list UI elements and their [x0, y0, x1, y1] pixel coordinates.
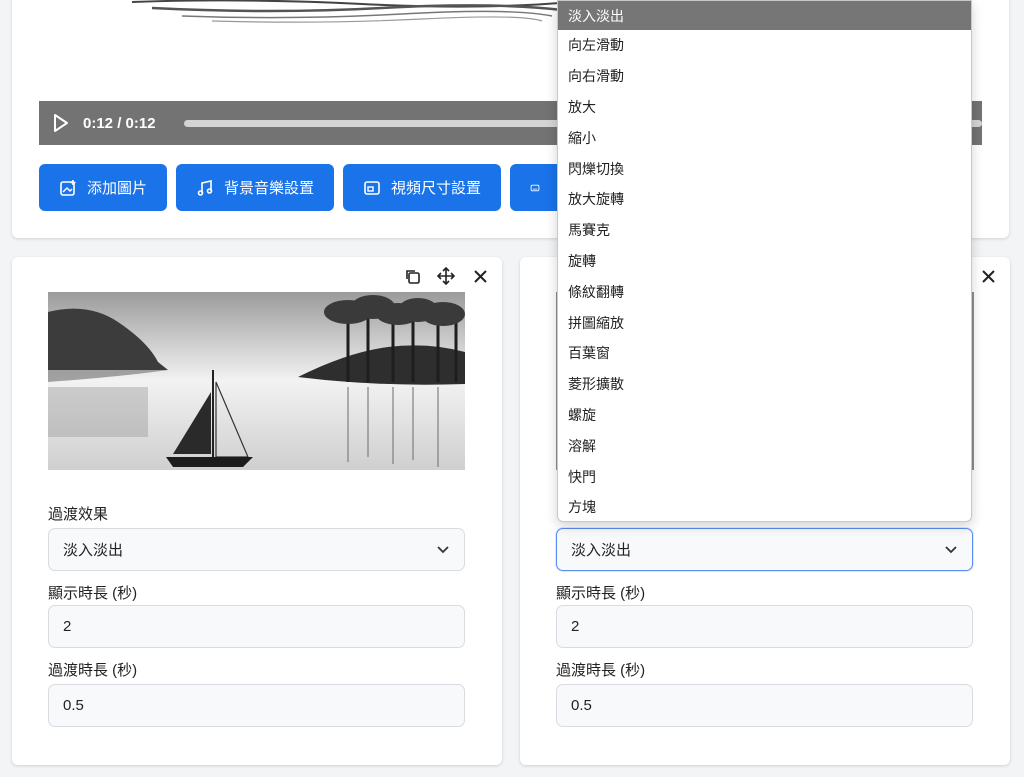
close-icon[interactable]	[976, 264, 1000, 288]
dropdown-option[interactable]: 菱形擴散	[558, 369, 971, 400]
transition-effect-select[interactable]: 淡入淡出	[48, 528, 465, 571]
dropdown-option[interactable]: 快門	[558, 461, 971, 492]
transition-duration-label: 過渡時長 (秒)	[48, 662, 138, 679]
dropdown-option[interactable]: 溶解	[558, 430, 971, 461]
display-duration-input[interactable]: 2	[48, 605, 465, 648]
transition-duration-value: 0.5	[571, 697, 592, 714]
chevron-down-icon	[945, 546, 957, 554]
duplicate-icon[interactable]	[400, 264, 424, 288]
audio-waveform	[131, 0, 573, 23]
play-icon[interactable]	[39, 101, 83, 145]
dropdown-option[interactable]: 方塊	[558, 492, 971, 521]
add-image-label: 添加圖片	[87, 180, 148, 197]
dropdown-option[interactable]: 條紋翻轉	[558, 276, 971, 307]
music-note-icon	[197, 179, 213, 196]
card-actions	[400, 264, 492, 288]
image-add-icon	[60, 179, 76, 196]
dropdown-option[interactable]: 閃爍切換	[558, 153, 971, 184]
transition-effect-value: 淡入淡出	[63, 542, 124, 559]
transition-duration-label: 過渡時長 (秒)	[556, 662, 646, 679]
transition-effect-select[interactable]: 淡入淡出	[556, 528, 973, 571]
toolbar: 添加圖片 背景音樂設置 視頻尺寸設置	[39, 164, 571, 211]
video-size-button[interactable]: 視頻尺寸設置	[343, 164, 502, 211]
display-duration-label: 顯示時長 (秒)	[48, 585, 138, 602]
transition-effect-value: 淡入淡出	[571, 542, 632, 559]
dropdown-option[interactable]: 螺旋	[558, 400, 971, 431]
dropdown-option[interactable]: 放大旋轉	[558, 184, 971, 215]
keyboard-icon	[530, 184, 540, 191]
chevron-down-icon	[437, 546, 449, 554]
image-thumbnail	[48, 292, 465, 470]
transition-duration-input[interactable]: 0.5	[556, 684, 973, 727]
add-image-button[interactable]: 添加圖片	[39, 164, 168, 211]
dropdown-option[interactable]: 拼圖縮放	[558, 307, 971, 338]
close-icon[interactable]	[468, 264, 492, 288]
display-duration-value: 2	[63, 618, 72, 635]
display-duration-label: 顯示時長 (秒)	[556, 585, 646, 602]
dropdown-option[interactable]: 淡入淡出	[558, 1, 971, 30]
transition-effect-label: 過渡效果	[48, 506, 109, 523]
dropdown-option[interactable]: 馬賽克	[558, 215, 971, 246]
video-size-label: 視頻尺寸設置	[391, 180, 482, 197]
display-duration-input[interactable]: 2	[556, 605, 973, 648]
move-icon[interactable]	[434, 264, 458, 288]
time-readout: 0:12 / 0:12	[83, 114, 156, 132]
dropdown-option[interactable]: 向右滑動	[558, 61, 971, 92]
card-actions	[976, 264, 1000, 288]
frame-icon	[364, 180, 380, 195]
dropdown-option[interactable]: 向左滑動	[558, 30, 971, 61]
transition-duration-value: 0.5	[63, 697, 84, 714]
transition-effect-dropdown: 淡入淡出 向左滑動 向右滑動 放大 縮小 閃爍切換 放大旋轉 馬賽克 旋轉 條紋翻轉 拼圖縮放 百葉窗…	[557, 0, 972, 522]
dropdown-option[interactable]: 放大	[558, 92, 971, 123]
dropdown-option[interactable]: 縮小	[558, 122, 971, 153]
image-card-1: 過渡效果 淡入淡出 顯示時長 (秒) 2 過渡時長 (秒) 0.5	[12, 257, 502, 765]
display-duration-value: 2	[571, 618, 580, 635]
dropdown-option[interactable]: 旋轉	[558, 246, 971, 277]
dropdown-option[interactable]: 百葉窗	[558, 338, 971, 369]
bg-music-label: 背景音樂設置	[224, 180, 315, 197]
transition-duration-input[interactable]: 0.5	[48, 684, 465, 727]
bg-music-button[interactable]: 背景音樂設置	[176, 164, 335, 211]
